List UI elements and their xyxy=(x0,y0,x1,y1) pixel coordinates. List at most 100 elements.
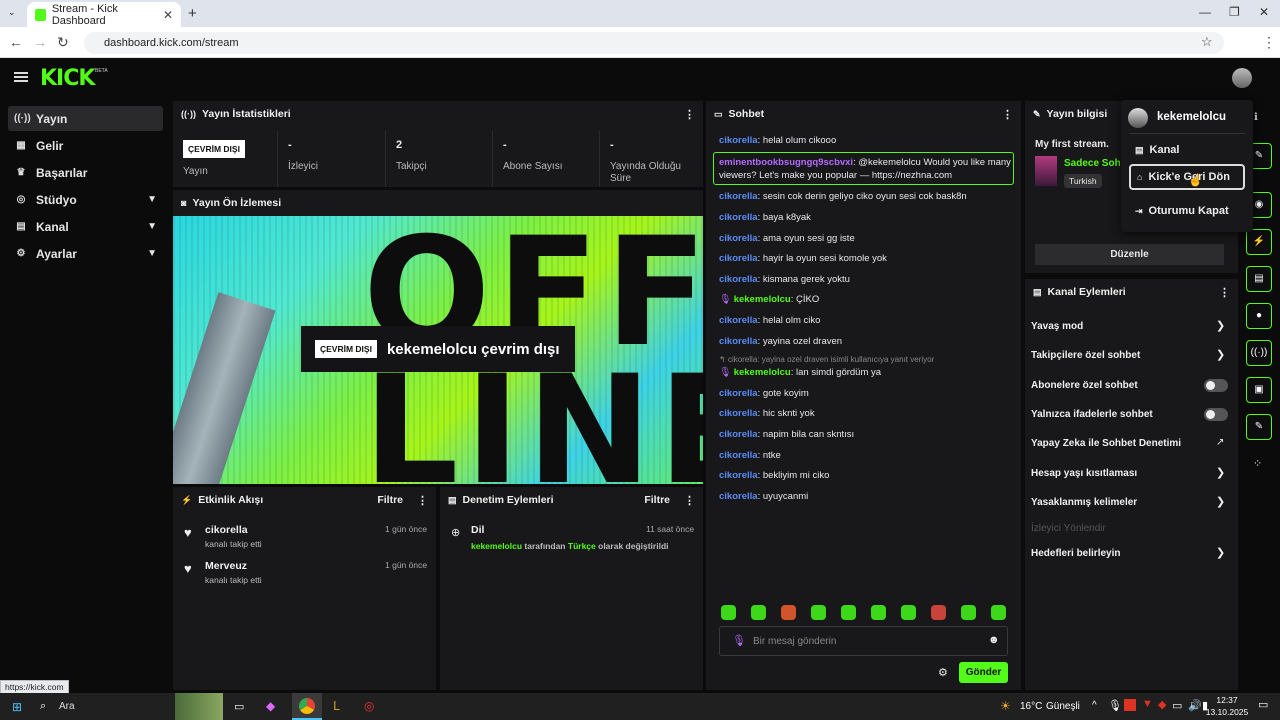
copilot-icon[interactable]: ◆ xyxy=(266,699,275,713)
restore-icon[interactable]: ❐ xyxy=(1229,5,1240,19)
subscribers-only-toggle[interactable] xyxy=(1204,379,1228,392)
tray-valorant-icon[interactable]: ▼ xyxy=(1142,698,1153,710)
tray-chevron-icon[interactable]: ^ xyxy=(1092,700,1097,711)
back-icon[interactable]: ← xyxy=(9,34,23,50)
chevron-right-icon[interactable]: ❯ xyxy=(1216,348,1225,361)
action-slow-mode[interactable]: Yavaş mod xyxy=(1031,321,1083,332)
menu-item-back-to-kick[interactable]: ⌂ Kick'e Geri Dön xyxy=(1129,164,1245,190)
send-button[interactable]: Gönder xyxy=(959,662,1008,683)
chevron-right-icon[interactable]: ❯ xyxy=(1216,319,1225,332)
emote-icon[interactable] xyxy=(721,605,736,620)
app-icon[interactable]: ◎ xyxy=(364,699,374,713)
emote-icon[interactable] xyxy=(811,605,826,620)
bookmark-star-icon[interactable]: ☆ xyxy=(1201,34,1213,50)
action-account-age[interactable]: Hesap yaşı kısıtlaması xyxy=(1031,468,1137,479)
close-window-icon[interactable]: ✕ xyxy=(1259,5,1269,19)
stream-category[interactable]: Sadece Sohbet xyxy=(1064,158,1120,169)
action-banned-words[interactable]: Yasaklanmış kelimeler xyxy=(1031,497,1137,508)
more-options-icon[interactable]: ⋮ xyxy=(684,108,695,121)
menu-item-kanal[interactable]: ▤ Kanal xyxy=(1129,137,1245,163)
emote-icon[interactable] xyxy=(991,605,1006,620)
sidebar-item-ayarlar[interactable]: ⚙ Ayarlar ▼ xyxy=(8,241,163,266)
chat-message: cikorella: uyuycanmi xyxy=(719,491,809,502)
browser-tab[interactable]: Stream - Kick Dashboard ✕ xyxy=(27,2,181,27)
tab-list-icon[interactable]: ⌄ xyxy=(8,7,16,18)
chat-input[interactable]: 🎙 Bir mesaj gönderin ☻ xyxy=(719,626,1008,656)
reload-icon[interactable]: ↻ xyxy=(57,34,69,51)
taskbar-search-icon[interactable]: ⌕ xyxy=(40,700,46,713)
network-icon[interactable]: ▭ xyxy=(1172,699,1182,712)
stream-title: My first stream. xyxy=(1035,139,1109,150)
chat-title: Sohbet xyxy=(728,108,765,120)
list-item: cikorella kanalı takip etti xyxy=(205,524,262,549)
clock-date[interactable]: 13.10.2025 xyxy=(1204,707,1250,717)
new-tab-icon[interactable]: + xyxy=(188,5,197,22)
task-view-icon[interactable]: ▭ xyxy=(234,700,244,713)
hamburger-menu-icon[interactable] xyxy=(14,72,28,82)
lightning-icon[interactable]: ⚡ xyxy=(1246,229,1272,255)
chevron-right-icon[interactable]: ❯ xyxy=(1216,546,1225,559)
sidebar-item-yayin[interactable]: ((·)) Yayın xyxy=(8,106,163,131)
tray-app-icon[interactable] xyxy=(1124,699,1136,711)
filter-button[interactable]: Filtre xyxy=(644,494,670,506)
more-options-icon[interactable]: ⋮ xyxy=(1002,108,1013,121)
chat-bubble-icon[interactable]: ● xyxy=(1246,303,1272,329)
emote-icon[interactable] xyxy=(961,605,976,620)
chrome-icon xyxy=(299,698,315,714)
edit-button[interactable]: Düzenle xyxy=(1035,244,1224,265)
close-tab-icon[interactable]: ✕ xyxy=(163,8,173,22)
more-tools-icon[interactable]: ⁘ xyxy=(1253,457,1262,470)
layout-icon[interactable]: ▣ xyxy=(1246,377,1272,403)
sidebar-item-basarilar[interactable]: ♛ Başarılar xyxy=(8,160,163,185)
volume-icon[interactable]: 🔊 xyxy=(1188,699,1202,712)
sidebar-item-gelir[interactable]: ▦ Gelir xyxy=(8,133,163,158)
tray-mic-icon[interactable]: 🎙 xyxy=(1108,699,1122,712)
chevron-right-icon[interactable]: ❯ xyxy=(1216,495,1225,508)
channel-actions-icon: ▤ xyxy=(1033,286,1042,297)
emoji-icon[interactable]: ☻ xyxy=(988,634,1000,646)
weather-temp[interactable]: 16°C xyxy=(1020,701,1042,712)
more-options-icon[interactable]: ⋮ xyxy=(417,494,428,507)
weather-icon: ☀ xyxy=(1000,699,1011,713)
emotes-only-toggle[interactable] xyxy=(1204,408,1228,421)
minimize-icon[interactable]: — xyxy=(1199,5,1211,19)
more-options-icon[interactable]: ⋮ xyxy=(1219,286,1230,299)
chevron-right-icon[interactable]: ❯ xyxy=(1216,466,1225,479)
external-link-icon[interactable]: ↗ xyxy=(1216,437,1224,448)
clock-time[interactable]: 12:37 xyxy=(1212,695,1242,705)
kick-logo[interactable]: KICK xyxy=(40,66,95,91)
league-icon[interactable]: Ⅼ xyxy=(333,699,340,713)
more-options-icon[interactable]: ⋮ xyxy=(684,494,695,507)
windows-start-icon[interactable]: ⊞ xyxy=(12,700,22,714)
url-field[interactable]: dashboard.kick.com/stream xyxy=(84,32,1224,54)
emote-icon[interactable] xyxy=(931,605,946,620)
action-followers-only[interactable]: Takipçilere özel sohbet xyxy=(1031,350,1140,361)
notifications-icon[interactable]: ▭ xyxy=(1258,698,1268,711)
sidebar-item-studyo[interactable]: ◎ Stüdyo ▼ xyxy=(8,187,163,212)
wrench-icon[interactable]: ✎ xyxy=(1246,414,1272,440)
sidebar-item-kanal[interactable]: ▤ Kanal ▼ xyxy=(8,214,163,239)
emote-icon[interactable] xyxy=(751,605,766,620)
action-ai-moderation[interactable]: Yapay Zeka ile Sohbet Denetimi xyxy=(1031,438,1181,449)
emote-icon[interactable] xyxy=(781,605,796,620)
chrome-taskbar-button[interactable] xyxy=(292,693,322,720)
emote-icon[interactable] xyxy=(871,605,886,620)
browser-menu-icon[interactable]: ⋮ xyxy=(1262,34,1276,51)
filter-button[interactable]: Filtre xyxy=(377,494,403,506)
broadcast-icon: ((·)) xyxy=(14,113,31,124)
action-set-goals[interactable]: Hedefleri belirleyin xyxy=(1031,548,1120,559)
tray-riot-icon[interactable]: ◆ xyxy=(1158,698,1166,711)
user-avatar[interactable] xyxy=(1232,68,1252,88)
menu-item-logout[interactable]: ⇥ Oturumu Kapat xyxy=(1129,198,1245,224)
forward-icon[interactable]: → xyxy=(33,34,47,50)
activity-title: Etkinlik Akışı xyxy=(198,494,264,506)
chat-settings-gear-icon[interactable]: ⚙ xyxy=(938,666,948,679)
taskbar-search-label[interactable]: Ara xyxy=(59,701,75,712)
emote-icon[interactable] xyxy=(841,605,856,620)
info-icon[interactable]: ℹ xyxy=(1254,112,1258,123)
weather-desc[interactable]: Güneşli xyxy=(1046,701,1080,712)
chat-message: cikorella: hic sknti yok xyxy=(719,408,815,419)
broadcast-icon[interactable]: ((·)) xyxy=(1246,340,1272,366)
document-icon[interactable]: ▤ xyxy=(1246,266,1272,292)
emote-icon[interactable] xyxy=(901,605,916,620)
